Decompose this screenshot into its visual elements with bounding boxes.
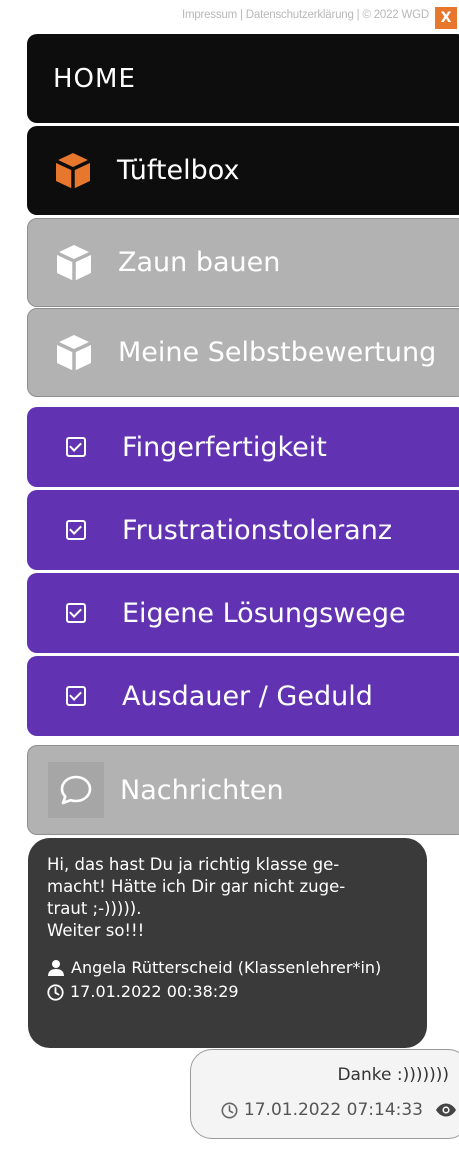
skill-label: Eigene Lösungswege (122, 597, 406, 629)
message-timestamp: 17.01.2022 07:14:33 (243, 1100, 423, 1120)
message-author: Angela Rütterscheid (Klassenlehrer*in) (71, 958, 382, 977)
skill-label: Fingerfertigkeit (122, 431, 327, 463)
cube-icon (56, 244, 92, 281)
checkbox-icon (66, 437, 86, 457)
menu-item-label: Nachrichten (120, 774, 284, 806)
menu-item-selbstbewertung[interactable]: Meine Selbstbewertung (27, 308, 459, 397)
menu-item-zaun-bauen[interactable]: Zaun bauen (27, 218, 459, 307)
menu-item-label: Meine Selbstbewertung (118, 337, 437, 368)
chat-bubble-icon (48, 762, 104, 818)
close-button[interactable]: X (435, 7, 457, 29)
message-author-row: Angela Rütterscheid (Klassenlehrer*in) (47, 956, 409, 980)
skill-item-fingerfertigkeit[interactable]: Fingerfertigkeit (27, 407, 459, 487)
menu-item-label: HOME (53, 63, 136, 94)
clock-icon (221, 1102, 238, 1118)
skill-label: Frustrationstoleranz (122, 514, 393, 546)
skill-label: Ausdauer / Geduld (122, 680, 373, 712)
menu-item-label: Tüftelbox (117, 155, 240, 186)
checkbox-icon (66, 686, 86, 706)
message-timestamp: 17.01.2022 00:38:29 (70, 982, 239, 1001)
menu-item-home[interactable]: HOME (27, 34, 459, 123)
message-meta: Angela Rütterscheid (Klassenlehrer*in) 1… (47, 956, 409, 1004)
cube-icon (55, 152, 91, 189)
skill-item-eigene-loesungswege[interactable]: Eigene Lösungswege (27, 573, 459, 653)
outgoing-message: Danke :))))))) 17.01.2022 07:14:33 (190, 1049, 459, 1139)
clock-icon (47, 983, 64, 1001)
skill-item-frustrationstoleranz[interactable]: Frustrationstoleranz (27, 490, 459, 570)
menu-item-nachrichten[interactable]: Nachrichten (27, 745, 459, 835)
checkbox-icon (66, 603, 86, 623)
checkbox-icon (66, 520, 86, 540)
message-text: Hi, das hast Du ja richtig klasse ge- ma… (47, 855, 346, 940)
message-text: Danke :))))))) (337, 1065, 449, 1085)
footer-bar: Impressum | Datenschutzerklärung | © 202… (0, 0, 459, 34)
eye-icon (436, 1103, 456, 1117)
user-icon (48, 960, 64, 976)
incoming-message: Hi, das hast Du ja richtig klasse ge- ma… (28, 838, 427, 1048)
menu-item-tuftelbox[interactable]: Tüftelbox (27, 126, 459, 215)
footer-links[interactable]: Impressum | Datenschutzerklärung | © 202… (182, 9, 429, 21)
menu-item-label: Zaun bauen (118, 247, 281, 278)
message-time-row: 17.01.2022 00:38:29 (47, 980, 409, 1004)
cube-icon (56, 334, 92, 371)
message-meta: 17.01.2022 07:14:33 (221, 1100, 457, 1120)
skill-item-ausdauer-geduld[interactable]: Ausdauer / Geduld (27, 656, 459, 736)
